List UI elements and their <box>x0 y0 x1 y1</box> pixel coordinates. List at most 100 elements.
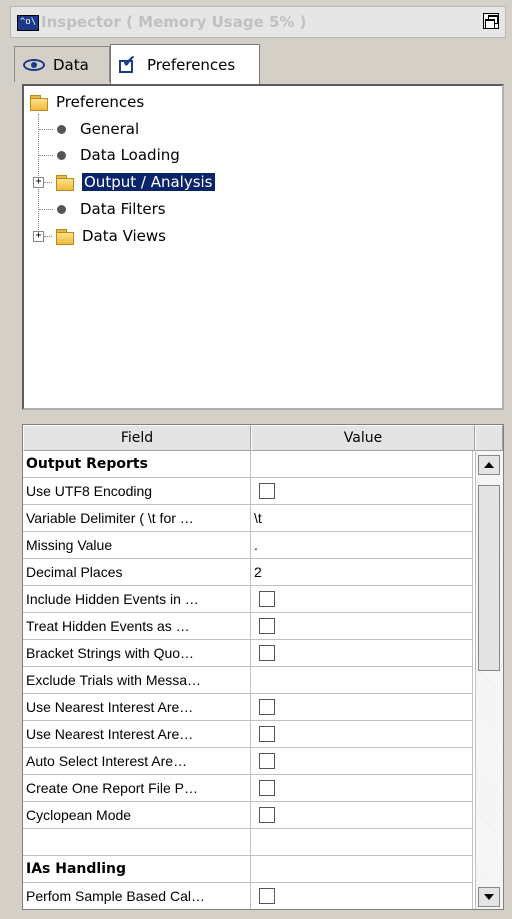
tree-connector <box>39 128 53 130</box>
table-row[interactable]: Bracket Strings with Quo… <box>23 640 473 667</box>
window-title: Inspector ( Memory Usage 5% ) <box>41 13 307 31</box>
value-cell[interactable] <box>251 802 473 829</box>
checkbox[interactable] <box>259 618 275 634</box>
scroll-down-icon[interactable] <box>478 887 500 907</box>
checkbox[interactable] <box>259 483 275 499</box>
field-label: Include Hidden Events in … <box>23 586 251 613</box>
table-row[interactable]: Perfom Sample Based Cal… <box>23 883 473 909</box>
tree-item-data-views[interactable]: + Data Views <box>33 224 166 248</box>
tree-connector <box>44 235 52 237</box>
value-cell[interactable] <box>251 694 473 721</box>
tab-data[interactable]: Data <box>14 46 110 82</box>
field-label: Decimal Places <box>23 559 251 586</box>
table-row[interactable]: Variable Delimiter ( \t for … \t <box>23 505 473 532</box>
restore-icon[interactable] <box>483 13 499 29</box>
table-row[interactable]: Include Hidden Events in … <box>23 586 473 613</box>
tree-item-preferences[interactable]: Preferences <box>30 90 144 114</box>
value-cell[interactable] <box>251 721 473 748</box>
section-row: Output Reports <box>23 451 473 478</box>
table-header: Field Value <box>23 425 503 451</box>
table-row[interactable] <box>23 829 473 856</box>
field-label: Auto Select Interest Are… <box>23 748 251 775</box>
folder-open-icon <box>30 93 50 111</box>
table-row[interactable]: Decimal Places 2 <box>23 559 473 586</box>
field-label: Exclude Trials with Messa… <box>23 667 251 694</box>
bullet-icon <box>57 204 66 214</box>
bullet-icon <box>57 150 66 160</box>
column-header-field[interactable]: Field <box>23 425 251 451</box>
eye-icon <box>23 58 45 71</box>
tab-preferences[interactable]: Preferences <box>110 44 260 84</box>
table-row[interactable]: Exclude Trials with Messa… <box>23 667 473 694</box>
table-row[interactable]: Missing Value. <box>23 532 473 559</box>
tree-item-data-loading[interactable]: Data Loading <box>39 143 180 167</box>
scroll-thumb[interactable] <box>478 485 500 671</box>
checkbox[interactable] <box>259 780 275 796</box>
column-header-value[interactable]: Value <box>251 425 475 451</box>
table-row[interactable]: Create One Report File P… <box>23 775 473 802</box>
expand-plus-icon[interactable]: + <box>33 176 44 188</box>
field-label: Treat Hidden Events as … <box>23 613 251 640</box>
tree-item-data-filters[interactable]: Data Filters <box>39 197 166 221</box>
value-field[interactable]: . <box>251 532 473 559</box>
folder-icon <box>56 227 76 245</box>
checkbox[interactable] <box>259 699 275 715</box>
expand-plus-icon[interactable]: + <box>33 230 44 242</box>
tree-connector <box>39 154 53 156</box>
field-label: Bracket Strings with Quo… <box>23 640 251 667</box>
value-field[interactable] <box>251 829 473 856</box>
field-label: Create One Report File P… <box>23 775 251 802</box>
section-row: IAs Handling <box>23 856 473 883</box>
value-cell[interactable] <box>251 613 473 640</box>
preferences-tree[interactable]: Preferences General Data Loading + Outpu… <box>22 84 504 410</box>
checkbox[interactable] <box>259 807 275 823</box>
checkbox[interactable] <box>259 726 275 742</box>
tab-preferences-label: Preferences <box>147 55 236 74</box>
tree-item-label: General <box>80 120 140 138</box>
tab-bar: Data Preferences <box>14 44 504 84</box>
section-label: Output Reports <box>23 451 251 478</box>
vertical-scrollbar[interactable] <box>475 451 503 909</box>
table-row[interactable]: Use Nearest Interest Are… <box>23 694 473 721</box>
table-row[interactable]: Use Nearest Interest Are… <box>23 721 473 748</box>
checkbox-checked-icon <box>119 52 139 74</box>
value-cell[interactable] <box>251 748 473 775</box>
table-row[interactable]: Treat Hidden Events as … <box>23 613 473 640</box>
value-field[interactable] <box>251 667 473 694</box>
tree-item-output-analysis[interactable]: + Output / Analysis <box>33 170 215 194</box>
tree-item-label: Output / Analysis <box>82 173 215 191</box>
bullet-icon <box>57 124 66 134</box>
checkbox[interactable] <box>259 753 275 769</box>
table-row[interactable]: Auto Select Interest Are… <box>23 748 473 775</box>
column-header-spacer <box>475 425 503 451</box>
field-label: Perfom Sample Based Cal… <box>23 883 251 909</box>
tree-item-label: Data Loading <box>80 146 180 164</box>
field-label: Use UTF8 Encoding <box>23 478 251 505</box>
field-label: Variable Delimiter ( \t for … <box>23 505 251 532</box>
value-cell[interactable] <box>251 883 473 909</box>
title-bar: ^o\ Inspector ( Memory Usage 5% ) <box>10 6 506 38</box>
table-row[interactable]: Cyclopean Mode <box>23 802 473 829</box>
value-cell[interactable] <box>251 640 473 667</box>
scroll-up-icon[interactable] <box>478 455 500 475</box>
checkbox[interactable] <box>259 645 275 661</box>
tree-item-label: Data Views <box>82 227 166 245</box>
tree-connector <box>44 181 52 183</box>
tree-item-general[interactable]: General <box>39 117 139 141</box>
value-field[interactable]: 2 <box>251 559 473 586</box>
field-label: Use Nearest Interest Are… <box>23 694 251 721</box>
field-label: Missing Value <box>23 532 251 559</box>
value-cell[interactable] <box>251 478 473 505</box>
checkbox[interactable] <box>259 591 275 607</box>
checkbox[interactable] <box>259 888 275 904</box>
field-label: Use Nearest Interest Are… <box>23 721 251 748</box>
value-field <box>251 856 473 883</box>
table-row[interactable]: Use UTF8 Encoding <box>23 478 473 505</box>
properties-table: Field Value Output Reports Use UTF8 Encod… <box>22 424 504 910</box>
value-cell[interactable] <box>251 775 473 802</box>
value-cell[interactable] <box>251 586 473 613</box>
tree-item-label: Data Filters <box>80 200 166 218</box>
section-label: IAs Handling <box>23 856 251 883</box>
value-field <box>251 451 473 478</box>
value-field[interactable]: \t <box>251 505 473 532</box>
